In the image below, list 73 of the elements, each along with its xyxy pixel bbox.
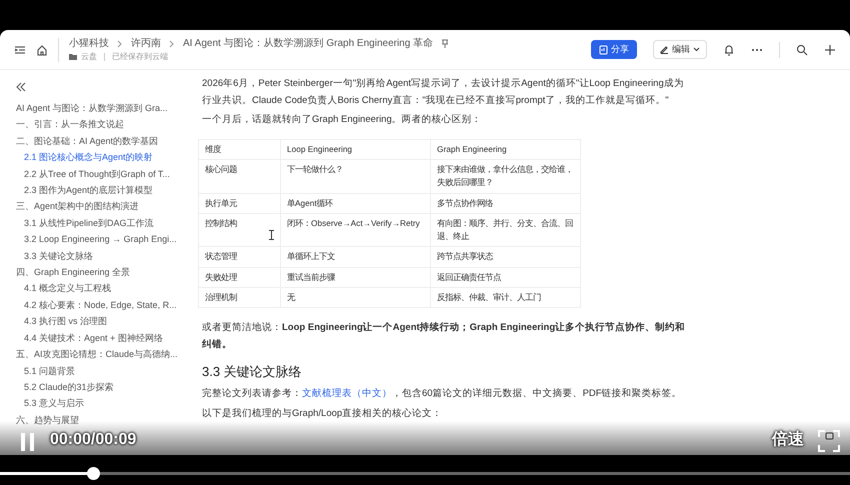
- outline-item[interactable]: 一、引言：从一条推文说起: [16, 116, 182, 133]
- table-cell: 接下来由谁做，拿什么信息，交给谁，失败后回哪里？: [430, 160, 580, 194]
- document-title: AI Agent 与图论：从数学溯源到 Graph Engineering 革命: [183, 36, 434, 51]
- home-icon[interactable]: [36, 44, 48, 56]
- caret-icon: [693, 47, 700, 52]
- breadcrumb-link[interactable]: 许丙南: [131, 36, 161, 51]
- search-icon[interactable]: [796, 44, 808, 56]
- paragraph: 2026年6月，Peter Steinberger一句"别再给Agent写提示词了，去设计提示Agent的循环"让Loop Engineering成为行业共识。Claude Code负责人Boris Cherny直言："我现在已经不直接写prompt了，我的工作就是写循环。": [202, 77, 685, 108]
- table-cell: 反指标、仲裁、审计、人工门: [430, 288, 580, 308]
- outline-item[interactable]: 5.3 意义与启示: [16, 395, 182, 412]
- table-cell: 多节点协作网络: [430, 193, 580, 214]
- fullscreen-icon[interactable]: [818, 430, 840, 452]
- table-cell: 单循环上下文: [280, 246, 430, 268]
- table-cell: 重试当前步骤: [280, 267, 430, 288]
- outline-item[interactable]: 4.3 执行图 vs 治理图: [16, 313, 182, 330]
- column-header: Loop Engineering: [280, 139, 430, 160]
- notification-bell-icon[interactable]: [723, 44, 735, 56]
- outline-item[interactable]: 3.2 Loop Engineering → Graph Engi...: [16, 231, 182, 248]
- paragraph: 完整论文列表请参考：文献梳理表（中文），包含60篇论文的详细元数据、中文摘要、PDF链接和聚类标签。: [202, 387, 683, 402]
- playback-time: 00:00/00:09: [50, 430, 136, 450]
- pencil-icon: [660, 45, 669, 54]
- table-cell: 失败处理: [198, 267, 280, 288]
- outline-item[interactable]: 2.3 图作为Agent的底层计算模型: [16, 182, 182, 198]
- pause-icon[interactable]: [20, 432, 36, 452]
- text-cursor-icon: [269, 230, 274, 240]
- column-header: 维度: [198, 139, 280, 160]
- table-cell: 返回正确责任节点: [430, 267, 580, 288]
- table-cell: 状态管理: [198, 246, 280, 268]
- chevron-icon: [169, 40, 175, 48]
- outline-item[interactable]: 4.1 概念定义与工程栈: [16, 280, 182, 297]
- add-icon[interactable]: [824, 44, 836, 56]
- outline-item[interactable]: 4.4 关键技术：Agent + 图神经网络: [16, 330, 182, 346]
- paragraph: 以下是我们梳理的与Graph/Loop直接相关的核心论文：: [202, 406, 444, 421]
- paragraph: 或者更简洁地说：Loop Engineering让一个Agent持续行动；Graph Engineering让多个执行节点协作、制约和纠错。: [202, 321, 686, 352]
- outline-item[interactable]: 4.2 核心要素：Node, Edge, State, R...: [16, 296, 182, 314]
- folder-icon: [69, 53, 77, 61]
- table-cell: 跨节点共享状态: [430, 246, 580, 268]
- outline-item[interactable]: 2.1 图论核心概念与Agent的映射: [16, 149, 182, 166]
- table-cell: 单Agent循环: [280, 193, 430, 214]
- outline-item[interactable]: 五、AI攻克图论猜想：Claude与高德纳...: [16, 346, 182, 362]
- chevron-icon: [117, 40, 123, 48]
- section-heading: 3.3 关键论文脉络: [202, 362, 303, 381]
- table-cell: 控制结构: [198, 213, 280, 247]
- paragraph: 一个月后，话题就转向了Graph Engineering。两者的核心区别：: [202, 113, 483, 128]
- share-button[interactable]: 分享: [591, 40, 637, 60]
- outline-item[interactable]: 3.3 关键论文脉络: [16, 248, 182, 264]
- table-cell: 执行单元: [198, 193, 280, 214]
- outline-toggle-icon[interactable]: [14, 44, 26, 56]
- outline-item[interactable]: 5.1 问题背景: [16, 362, 182, 379]
- table-cell: 有向图：顺序、并行、分支、合流、回退、终止: [430, 213, 580, 247]
- location-label: 云盘: [81, 51, 97, 63]
- document-icon: [599, 44, 608, 54]
- progress-thumb[interactable]: [86, 467, 100, 480]
- collapse-sidebar-icon[interactable]: [16, 82, 26, 92]
- table-cell: 核心问题: [198, 160, 280, 194]
- outline-item[interactable]: 3.1 从线性Pipeline到DAG工作流: [16, 214, 182, 232]
- outline-item[interactable]: 2.2 从Tree of Thought到Graph of T...: [16, 166, 182, 182]
- outline-item[interactable]: AI Agent 与图论：从数学溯源到 Gra...: [16, 100, 182, 116]
- breadcrumb-link[interactable]: 小猩科技: [69, 36, 109, 51]
- reference-link[interactable]: 文献梳理表（中文）: [302, 388, 392, 400]
- save-status: 已经保存到云端: [112, 51, 168, 63]
- table-cell: 闭环：Observe→Act→Verify→Retry: [280, 213, 430, 247]
- outline-item[interactable]: 四、Graph Engineering 全景: [16, 264, 182, 280]
- table-cell: 治理机制: [198, 288, 280, 308]
- edit-button[interactable]: 编辑: [653, 40, 707, 60]
- pin-icon[interactable]: [441, 39, 450, 48]
- outline-item[interactable]: 二、图论基础：AI Agent的数学基因: [16, 132, 182, 150]
- outline-item[interactable]: 5.2 Claude的31步探索: [16, 378, 182, 396]
- outline-item[interactable]: 六、趋势与展望: [16, 412, 182, 428]
- outline-item[interactable]: 三、Agent架构中的图结构演进: [16, 198, 182, 215]
- table-cell: 无: [280, 288, 430, 308]
- table-cell: 下一轮做什么？: [280, 160, 430, 194]
- column-header: Graph Engineering: [430, 139, 580, 160]
